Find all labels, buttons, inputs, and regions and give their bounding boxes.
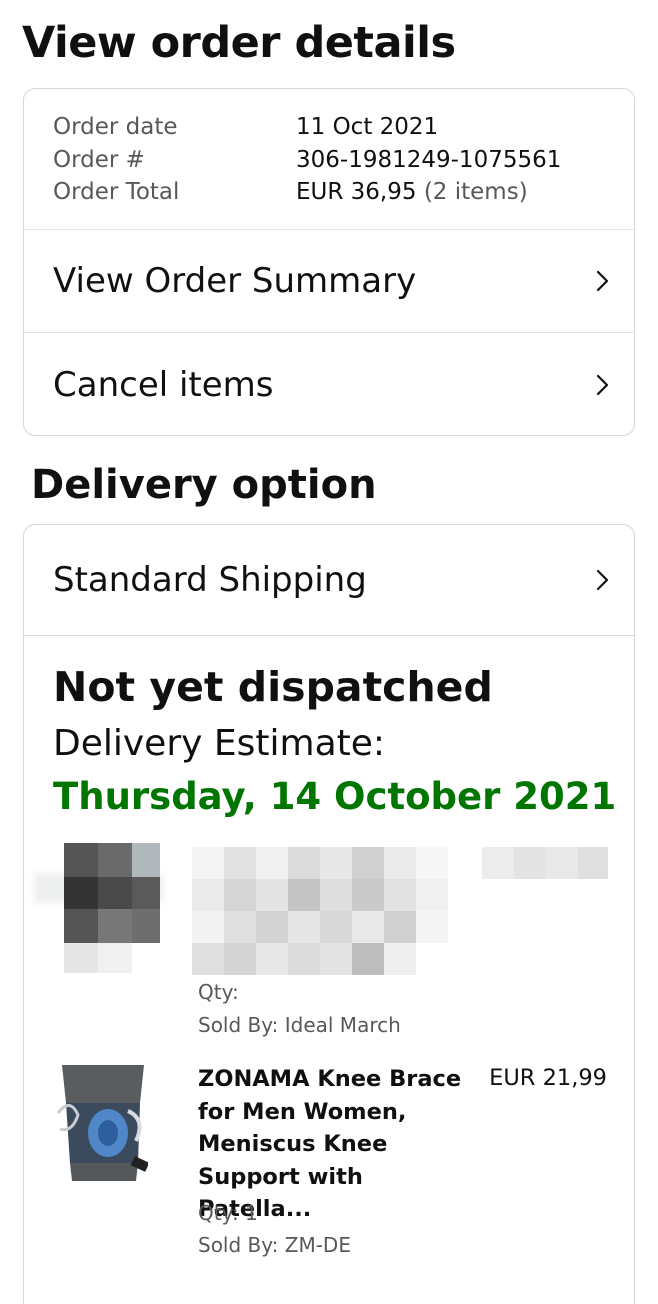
order-number-label: Order # — [53, 146, 145, 173]
order-info-card: Order date 11 Oct 2021 Order # 306-19812… — [23, 88, 635, 436]
cancel-items-row[interactable]: Cancel items — [24, 332, 634, 436]
order-date-label: Order date — [53, 114, 178, 141]
divider — [24, 635, 634, 636]
obscured-item-seller: Sold By: Ideal March — [198, 1013, 401, 1037]
knee-brace-product-image[interactable] — [56, 1063, 148, 1187]
order-total-label: Order Total — [53, 179, 180, 206]
order-item-count: (2 items) — [423, 179, 528, 206]
order-total-value: EUR 36,95 — [296, 179, 417, 206]
delivery-estimate-label: Delivery Estimate: — [53, 723, 386, 764]
obscured-item-qty: Qty: — [198, 980, 239, 1004]
obscured-item-image[interactable] — [34, 843, 164, 983]
obscured-item-details — [192, 847, 612, 997]
delivery-section-title: Delivery option — [31, 462, 377, 508]
order-number-row: Order # 306-1981249-1075561 — [53, 144, 561, 177]
order-info: Order date 11 Oct 2021 Order # 306-19812… — [53, 111, 561, 209]
chevron-right-icon — [596, 569, 609, 591]
order-total-wrap: EUR 36,95 (2 items) — [296, 179, 528, 205]
order-date-value: 11 Oct 2021 — [296, 114, 439, 141]
standard-shipping-row[interactable]: Standard Shipping — [24, 525, 634, 635]
delivery-estimate-date: Thursday, 14 October 2021 — [53, 775, 617, 818]
order-date-row: Order date 11 Oct 2021 — [53, 111, 561, 144]
knee-brace-item-seller: Sold By: ZM-DE — [198, 1233, 351, 1257]
shipment-status: Not yet dispatched — [53, 663, 493, 711]
shipping-method-label: Standard Shipping — [53, 560, 367, 600]
knee-brace-item-qty: Qty: 1 — [198, 1201, 258, 1225]
view-order-summary-label: View Order Summary — [53, 261, 417, 301]
delivery-card: Standard Shipping Not yet dispatched Del… — [23, 524, 635, 1304]
chevron-right-icon — [596, 270, 609, 292]
order-total-row: Order Total EUR 36,95 (2 items) — [53, 176, 561, 209]
cancel-items-label: Cancel items — [53, 364, 274, 405]
chevron-right-icon — [596, 374, 609, 395]
page-title: View order details — [22, 18, 456, 68]
knee-brace-item-price: EUR 21,99 — [489, 1065, 607, 1091]
order-number-value: 306-1981249-1075561 — [296, 146, 562, 173]
view-order-summary-row[interactable]: View Order Summary — [24, 229, 634, 332]
